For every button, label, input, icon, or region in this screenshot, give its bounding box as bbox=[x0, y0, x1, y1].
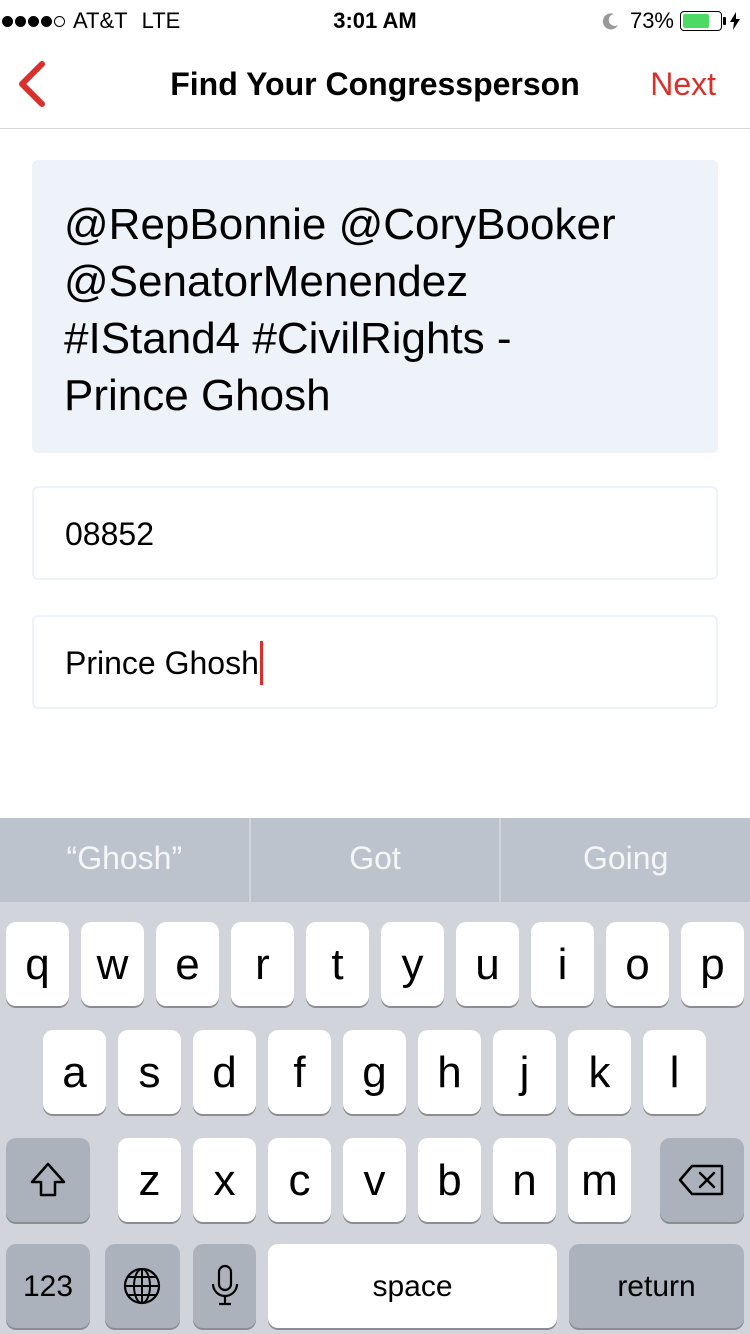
key-f[interactable]: f bbox=[268, 1030, 331, 1114]
key-v[interactable]: v bbox=[343, 1138, 406, 1222]
space-key[interactable]: space bbox=[268, 1244, 557, 1328]
key-r[interactable]: r bbox=[231, 922, 294, 1006]
key-label: e bbox=[175, 940, 200, 989]
keyboard: q w e r t y u i o p a s d f g h j k l z … bbox=[0, 902, 750, 1334]
key-o[interactable]: o bbox=[606, 922, 669, 1006]
key-label: a bbox=[62, 1048, 87, 1097]
name-value: Prince Ghosh bbox=[65, 645, 259, 681]
predictive-bar: “Ghosh” Got Going bbox=[0, 818, 750, 902]
key-n[interactable]: n bbox=[493, 1138, 556, 1222]
battery-percent: 73% bbox=[629, 8, 674, 33]
key-i[interactable]: i bbox=[531, 922, 594, 1006]
key-b[interactable]: b bbox=[418, 1138, 481, 1222]
key-label: f bbox=[293, 1048, 306, 1097]
microphone-icon bbox=[210, 1264, 240, 1308]
key-l[interactable]: l bbox=[643, 1030, 706, 1114]
key-d[interactable]: d bbox=[193, 1030, 256, 1114]
key-label: t bbox=[331, 940, 344, 989]
key-t[interactable]: t bbox=[306, 922, 369, 1006]
key-label: z bbox=[138, 1156, 161, 1205]
dictation-key[interactable] bbox=[193, 1244, 256, 1328]
key-y[interactable]: y bbox=[381, 922, 444, 1006]
return-key[interactable]: return bbox=[569, 1244, 744, 1328]
text-cursor bbox=[259, 640, 263, 685]
moon-icon bbox=[602, 12, 620, 30]
key-a[interactable]: a bbox=[43, 1030, 106, 1114]
battery-icon bbox=[680, 11, 726, 31]
key-label: k bbox=[588, 1048, 611, 1097]
nav-bar: Find Your Congressperson Next bbox=[0, 40, 750, 129]
charging-icon bbox=[730, 12, 740, 30]
zip-code-field[interactable]: 08852 bbox=[32, 486, 718, 580]
key-m[interactable]: m bbox=[568, 1138, 631, 1222]
message-line: @RepBonnie @CoryBooker bbox=[64, 200, 616, 249]
name-field[interactable]: Prince Ghosh bbox=[32, 615, 718, 709]
page-title: Find Your Congressperson bbox=[170, 66, 580, 102]
key-c[interactable]: c bbox=[268, 1138, 331, 1222]
key-u[interactable]: u bbox=[456, 922, 519, 1006]
key-label: i bbox=[557, 940, 568, 989]
key-h[interactable]: h bbox=[418, 1030, 481, 1114]
key-j[interactable]: j bbox=[493, 1030, 556, 1114]
key-p[interactable]: p bbox=[681, 922, 744, 1006]
backspace-icon bbox=[678, 1164, 726, 1196]
key-label: c bbox=[288, 1156, 311, 1205]
key-q[interactable]: q bbox=[6, 922, 69, 1006]
key-label: g bbox=[362, 1048, 387, 1097]
key-label: m bbox=[581, 1156, 618, 1205]
globe-icon bbox=[122, 1266, 162, 1306]
message-line: #IStand4 #CivilRights - bbox=[64, 314, 512, 363]
key-label: d bbox=[212, 1048, 237, 1097]
key-label: o bbox=[625, 940, 650, 989]
message-text: @RepBonnie @CoryBooker @SenatorMenendez … bbox=[64, 196, 684, 424]
key-w[interactable]: w bbox=[81, 922, 144, 1006]
key-e[interactable]: e bbox=[156, 922, 219, 1006]
key-k[interactable]: k bbox=[568, 1030, 631, 1114]
zip-code-value: 08852 bbox=[65, 516, 154, 552]
key-label: s bbox=[138, 1048, 161, 1097]
delete-key[interactable] bbox=[660, 1138, 744, 1222]
key-label: n bbox=[512, 1156, 537, 1205]
suggestion-item[interactable]: “Ghosh” bbox=[0, 818, 251, 902]
key-label: r bbox=[255, 940, 270, 989]
key-label: p bbox=[700, 940, 725, 989]
key-label: u bbox=[475, 940, 500, 989]
suggestion-item[interactable]: Got bbox=[251, 818, 502, 902]
key-label: x bbox=[213, 1156, 236, 1205]
globe-key[interactable] bbox=[105, 1244, 180, 1328]
battery-area: 73% bbox=[602, 8, 740, 34]
shift-icon bbox=[28, 1160, 68, 1200]
key-label: b bbox=[437, 1156, 462, 1205]
key-s[interactable]: s bbox=[118, 1030, 181, 1114]
key-g[interactable]: g bbox=[343, 1030, 406, 1114]
key-label: l bbox=[669, 1048, 680, 1097]
key-label: y bbox=[401, 940, 424, 989]
key-x[interactable]: x bbox=[193, 1138, 256, 1222]
message-preview: @RepBonnie @CoryBooker @SenatorMenendez … bbox=[32, 160, 718, 453]
key-z[interactable]: z bbox=[118, 1138, 181, 1222]
status-bar: AT&T LTE 3:01 AM 73% bbox=[0, 0, 750, 40]
shift-key[interactable] bbox=[6, 1138, 90, 1222]
message-line: @SenatorMenendez bbox=[64, 257, 469, 306]
key-label: return bbox=[617, 1270, 696, 1303]
key-label: v bbox=[363, 1156, 386, 1205]
key-label: w bbox=[96, 940, 129, 989]
key-label: 123 bbox=[22, 1270, 74, 1303]
key-label: j bbox=[519, 1048, 530, 1097]
key-label: q bbox=[25, 940, 50, 989]
name-field-content: Prince Ghosh bbox=[65, 640, 263, 685]
next-button[interactable]: Next bbox=[650, 66, 716, 103]
message-line: Prince Ghosh bbox=[64, 371, 331, 420]
suggestion-item[interactable]: Going bbox=[501, 818, 750, 902]
numbers-key[interactable]: 123 bbox=[6, 1244, 90, 1328]
key-label: space bbox=[372, 1270, 453, 1303]
key-label: h bbox=[437, 1048, 462, 1097]
